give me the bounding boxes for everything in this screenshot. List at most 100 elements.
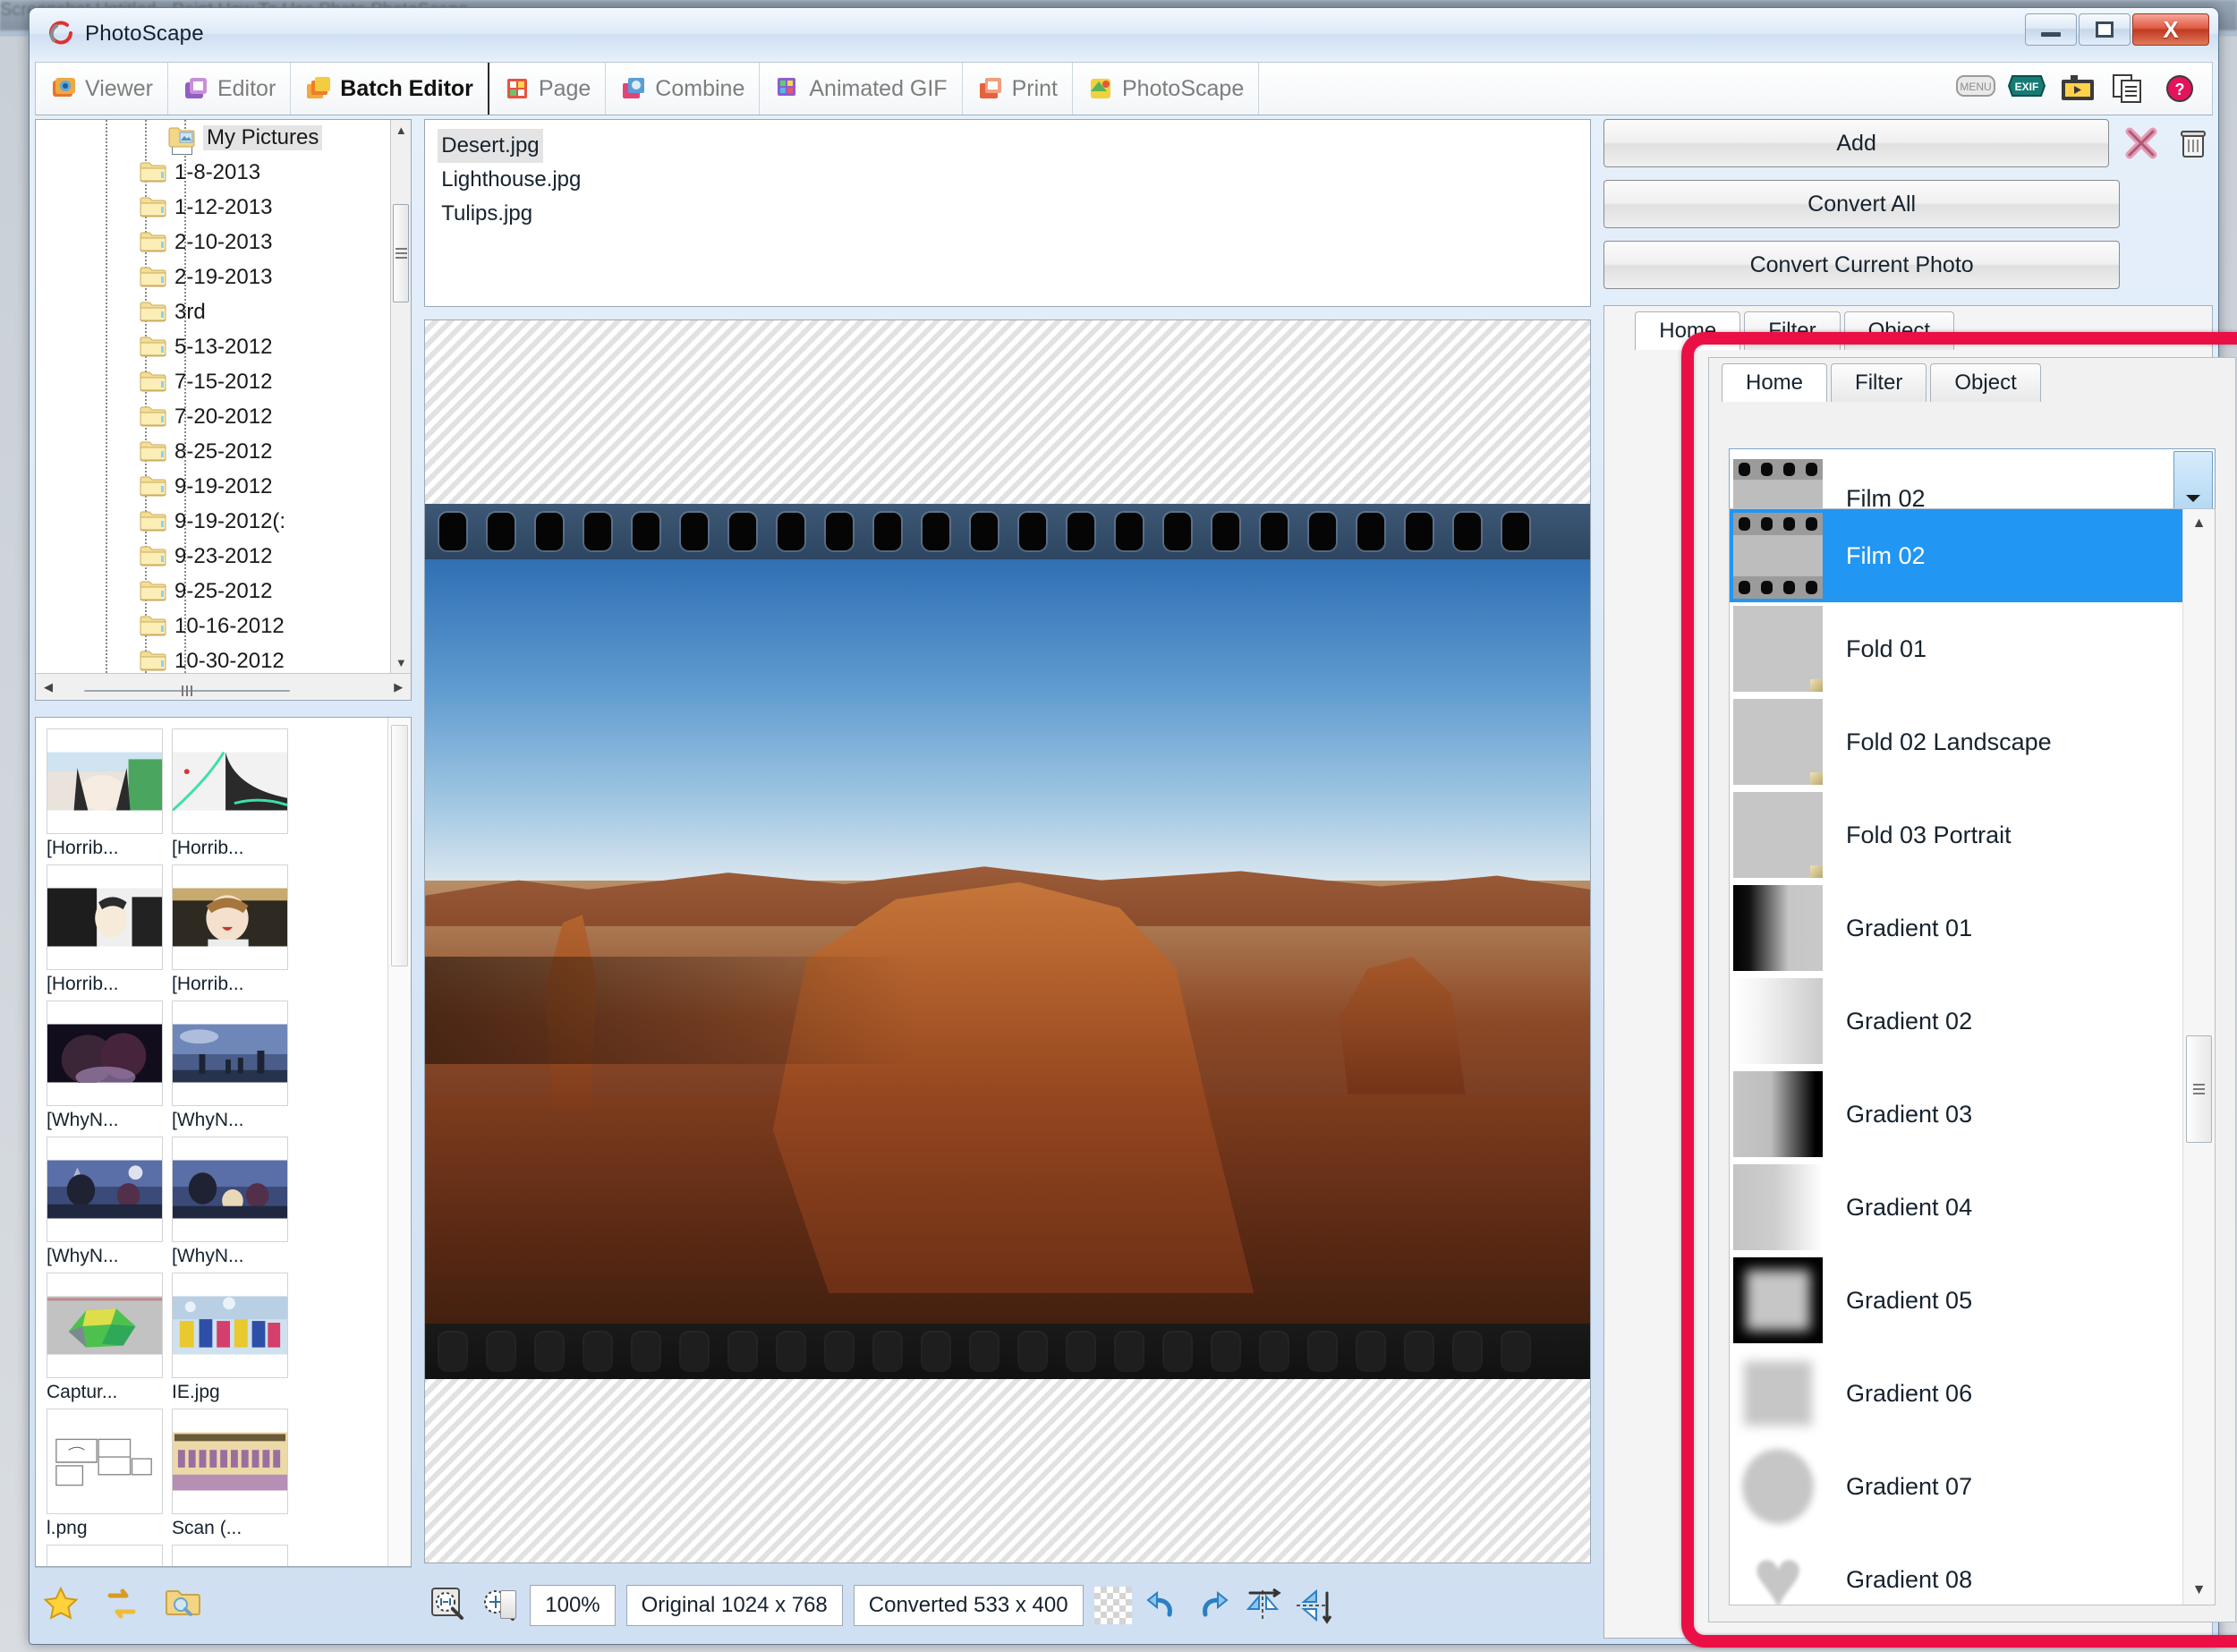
scroll-left-arrow-icon[interactable]: ◀ [36, 680, 61, 694]
tree-row-folder[interactable]: 7-15-2012 [36, 364, 391, 399]
tree-row-folder[interactable]: 2-10-2013 [36, 225, 391, 260]
tab-animated-gif[interactable]: Animated GIF [760, 63, 963, 115]
redo-icon[interactable] [1193, 1586, 1232, 1625]
refresh-icon[interactable] [103, 1585, 140, 1622]
thumbnail-item[interactable]: [WhyN... [172, 1001, 288, 1131]
tree-row-folder[interactable]: 1-12-2013 [36, 190, 391, 225]
exif-icon[interactable]: EXIF [2007, 73, 2046, 104]
frame-dropdown-item[interactable]: Fold 01 [1730, 602, 2182, 695]
frame-dropdown-item[interactable]: Gradient 08 [1730, 1533, 2182, 1605]
tab-editor[interactable]: Editor [168, 63, 292, 115]
thumbnail-item[interactable]: [Horrib... [172, 728, 288, 859]
menu-icon[interactable]: MENU [1956, 73, 1995, 104]
tree-row-root[interactable]: My Pictures [36, 120, 391, 155]
file-list-item[interactable]: Tulips.jpg [438, 197, 536, 231]
scroll-up-arrow-icon[interactable]: ▲ [391, 120, 411, 141]
flip-horizontal-icon[interactable] [1243, 1586, 1282, 1625]
add-button[interactable]: Add [1603, 119, 2109, 167]
trash-icon[interactable] [2173, 123, 2213, 163]
convert-current-photo-button[interactable]: Convert Current Photo [1603, 241, 2120, 289]
transparency-checker-icon[interactable] [1093, 1587, 1132, 1624]
tree-row-folder[interactable]: 9-19-2012 [36, 469, 391, 504]
file-list-item[interactable]: Lighthouse.jpg [438, 163, 584, 197]
tree-row-folder[interactable]: 3rd [36, 294, 391, 329]
tree-row-folder[interactable]: 9-19-2012(: [36, 504, 391, 539]
tab-home[interactable]: Home [1635, 311, 1741, 350]
flip-vertical-icon[interactable] [1293, 1586, 1332, 1625]
thumbnail-item[interactable]: [WhyN... [172, 1137, 288, 1267]
frame-dropdown-item[interactable]: Gradient 02 [1730, 975, 2182, 1068]
frame-dropdown-item[interactable]: Gradient 05 [1730, 1254, 2182, 1347]
thumbnail-item[interactable]: [Horrib... [47, 864, 163, 995]
convert-all-button[interactable]: Convert All [1603, 180, 2120, 228]
tab-photoscape[interactable]: PhotoScape [1073, 63, 1260, 115]
frame-dropdown-item[interactable]: Gradient 03 [1730, 1068, 2182, 1161]
thumbnail-item[interactable]: Scan (... [172, 1409, 288, 1539]
frame-dropdown-item[interactable]: Gradient 07 [1730, 1440, 2182, 1533]
tab-combine[interactable]: Combine [606, 63, 761, 115]
tree-row-folder[interactable]: 9-23-2012 [36, 539, 391, 574]
open-folder-icon[interactable] [164, 1585, 201, 1622]
close-button[interactable]: X [2132, 13, 2209, 46]
thumbnail-item[interactable]: [Horrib... [172, 864, 288, 995]
popup-tab-filter[interactable]: Filter [1831, 363, 1927, 402]
tree-row-folder[interactable]: 5-13-2012 [36, 329, 391, 364]
undo-icon[interactable] [1143, 1586, 1182, 1625]
folder-tree[interactable]: My Pictures 1-8-2013 1-12-2013 2-10-2013 2-… [35, 119, 413, 701]
copy-icon[interactable] [2112, 73, 2148, 104]
thumbnail-item[interactable]: [WhyN... [47, 1001, 163, 1131]
dropdown-scroll-thumb[interactable] [2186, 1035, 2212, 1143]
thumbnail-item[interactable]: snap.png [172, 1545, 288, 1566]
tab-print[interactable]: Print [963, 63, 1073, 115]
dropdown-scroll-up-icon[interactable]: ▲ [2183, 509, 2215, 538]
popup-tab-home[interactable]: Home [1722, 363, 1828, 402]
thumbnail-item[interactable]: l.png [47, 1409, 163, 1539]
thumbnail-item[interactable]: Captur... [47, 1273, 163, 1403]
frame-dropdown-item[interactable]: Fold 02 Landscape [1730, 695, 2182, 788]
frame-dropdown-scrollbar[interactable]: ▲ ▼ [2182, 509, 2215, 1605]
folder-tree-horizontal-scrollbar[interactable]: ◀ ▶ [36, 673, 412, 700]
scroll-right-arrow-icon[interactable]: ▶ [386, 680, 411, 694]
tree-row-folder[interactable]: 10-30-2012 [36, 643, 391, 673]
thumbnail-scroll-thumb[interactable] [391, 725, 409, 967]
thumbnail-item[interactable]: [WhyN... [47, 1137, 163, 1267]
minimize-button[interactable] [2025, 13, 2077, 46]
file-list-item[interactable]: Desert.jpg [438, 129, 543, 163]
tree-row-folder[interactable]: 1-8-2013 [36, 155, 391, 190]
tree-row-folder[interactable]: 10-16-2012 [36, 609, 391, 643]
tree-row-folder[interactable]: 7-20-2012 [36, 399, 391, 434]
slider-knob[interactable] [500, 1589, 516, 1619]
hscroll-thumb[interactable] [84, 685, 290, 696]
thumbnail-size-slider[interactable] [242, 1585, 516, 1622]
frame-dropdown-item[interactable]: Fold 03 Portrait [1730, 788, 2182, 881]
remove-icon[interactable] [2122, 123, 2161, 163]
preview-canvas[interactable] [424, 319, 1592, 1563]
thumbnail-item[interactable]: [Horrib... [47, 728, 163, 859]
dropdown-scroll-down-icon[interactable]: ▼ [2183, 1576, 2215, 1605]
tab-object[interactable]: Object [1843, 311, 1954, 350]
screen-capture-icon[interactable] [2060, 73, 2096, 104]
thumbnail-item[interactable]: IE.jpg [172, 1273, 288, 1403]
favorite-star-icon[interactable] [42, 1585, 80, 1622]
help-icon[interactable]: ? [2164, 73, 2199, 104]
tab-filter[interactable]: Filter [1744, 311, 1841, 350]
tree-row-folder[interactable]: 2-19-2013 [36, 260, 391, 294]
maximize-button[interactable] [2079, 13, 2131, 46]
scroll-down-arrow-icon[interactable]: ▼ [391, 652, 411, 673]
frame-dropdown-item[interactable]: Film 02 [1730, 509, 2182, 602]
thumbnail-item[interactable]: Scan.jpg [47, 1545, 163, 1566]
tree-row-folder[interactable]: 8-25-2012 [36, 434, 391, 469]
zoom-fit-icon[interactable] [430, 1586, 469, 1625]
tree-row-folder[interactable]: 9-25-2012 [36, 574, 391, 609]
frame-dropdown-item[interactable]: Gradient 01 [1730, 881, 2182, 975]
popup-tab-object[interactable]: Object [1930, 363, 2041, 402]
zoom-level-field[interactable]: 100% [530, 1585, 616, 1626]
folder-tree-vertical-scrollbar[interactable]: ▲ ▼ [390, 120, 412, 673]
frame-dropdown-item[interactable]: Gradient 04 [1730, 1161, 2182, 1254]
scroll-thumb[interactable] [393, 204, 410, 302]
frame-dropdown-item[interactable]: Gradient 06 [1730, 1347, 2182, 1440]
batch-file-list[interactable]: Desert.jpg Lighthouse.jpg Tulips.jpg [424, 119, 1592, 307]
tab-batch-editor[interactable]: Batch Editor [291, 63, 489, 115]
thumbnail-browser[interactable]: [Horrib... [Horrib... [Horrib... [Horrib...… [35, 717, 413, 1567]
tab-viewer[interactable]: Viewer [36, 63, 168, 115]
